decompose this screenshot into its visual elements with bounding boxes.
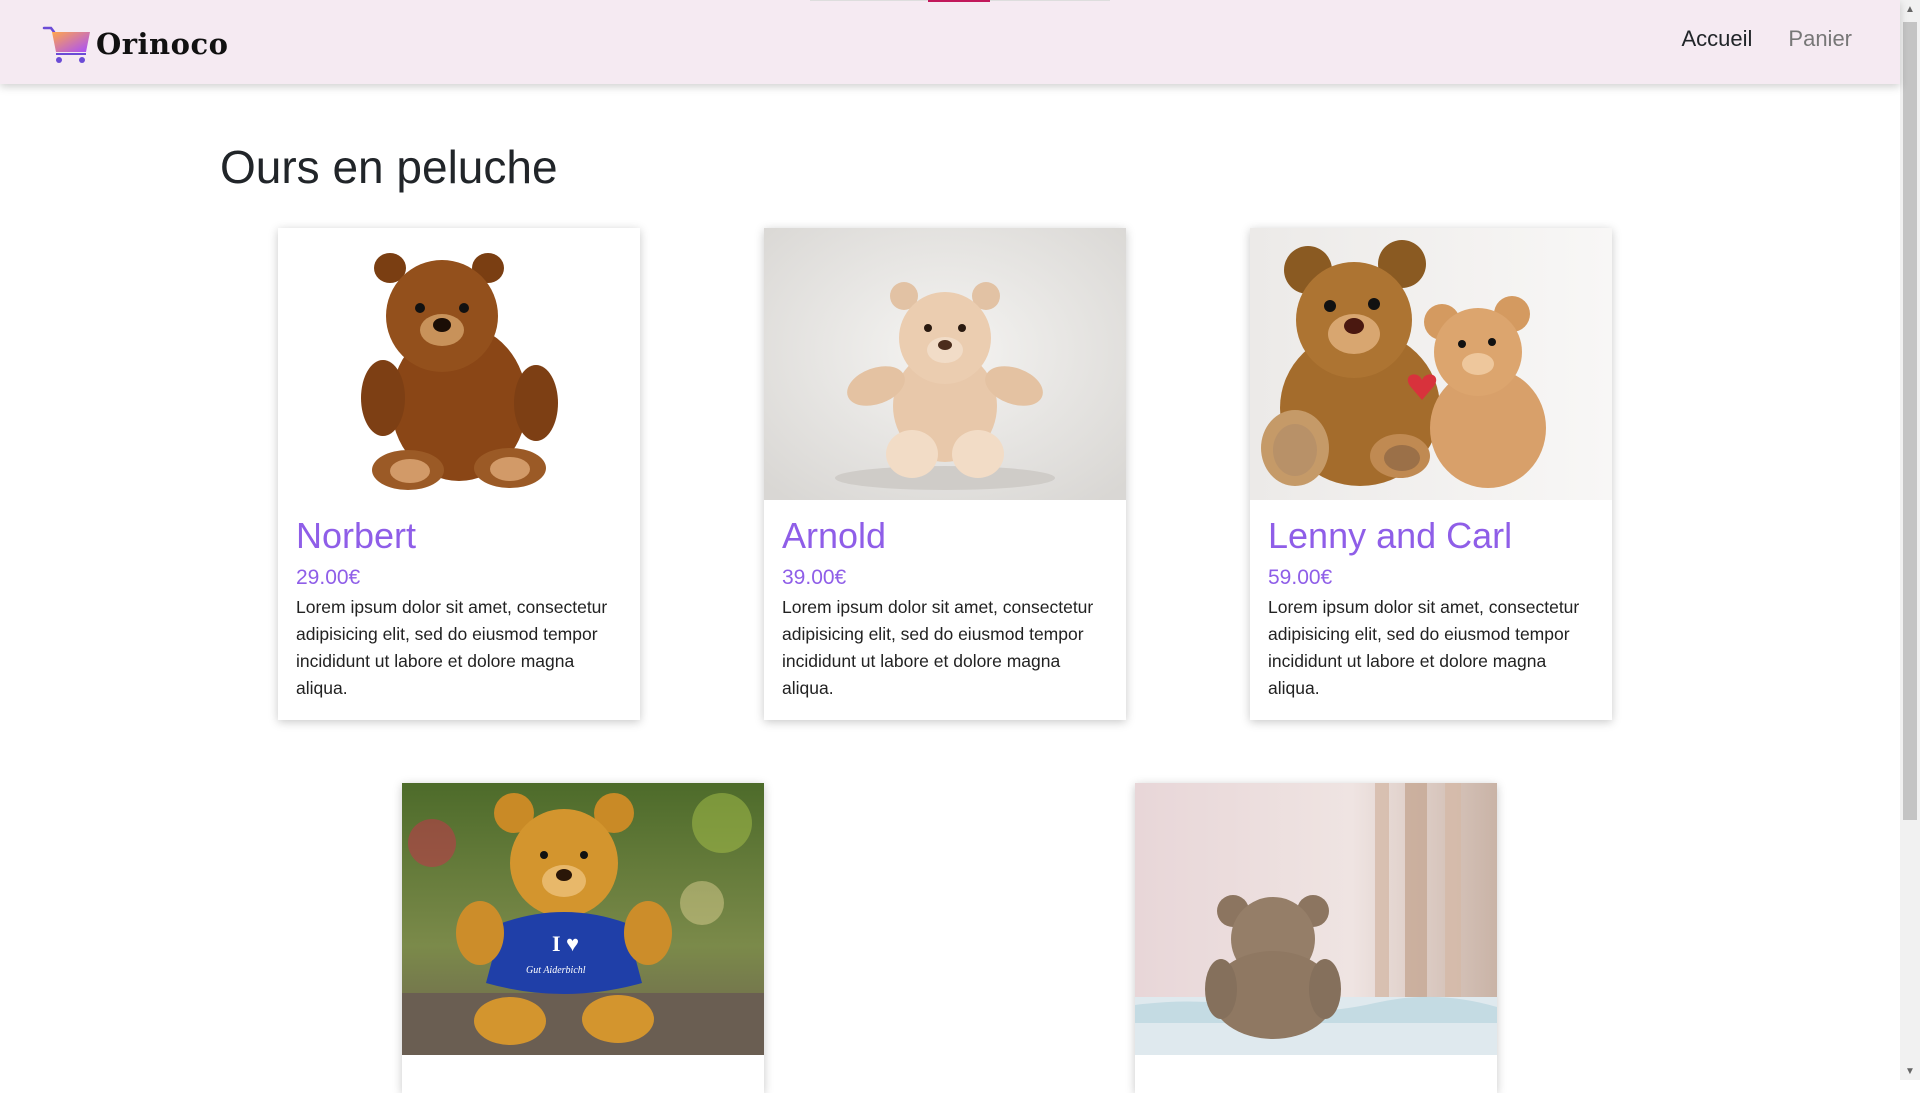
brand[interactable]: Orinoco — [42, 24, 229, 64]
product-price: 39.00€ — [782, 566, 847, 589]
card-body: Arnold 39.00€ Lorem ipsum dolor sit amet… — [764, 500, 1126, 720]
vertical-scrollbar[interactable]: ▲ ▼ — [1900, 0, 1920, 1080]
nav-top-accent — [928, 0, 990, 2]
card-body: Norbert 29.00€ Lorem ipsum dolor sit ame… — [278, 500, 640, 720]
scroll-down-arrow-icon[interactable]: ▼ — [1905, 1066, 1915, 1078]
product-name[interactable]: Lenny and Carl — [1268, 514, 1594, 558]
product-price: 59.00€ — [1268, 566, 1333, 589]
scrollbar-thumb[interactable] — [1903, 22, 1917, 820]
product-image[interactable] — [1135, 783, 1497, 1055]
shopping-cart-icon — [42, 26, 90, 63]
scroll-up-arrow-icon[interactable]: ▲ — [1905, 4, 1915, 16]
card-body — [1135, 1055, 1497, 1087]
product-image[interactable] — [1250, 228, 1612, 500]
product-image[interactable]: I ♥ Gut Aiderbichl — [402, 783, 764, 1055]
nav-link-panier[interactable]: Panier — [1788, 26, 1852, 52]
nav-links: Accueil Panier — [1645, 26, 1852, 52]
card-body: Lenny and Carl 59.00€ Lorem ipsum dolor … — [1250, 500, 1612, 720]
product-card-arnold[interactable]: Arnold 39.00€ Lorem ipsum dolor sit amet… — [764, 228, 1126, 720]
product-card-5[interactable] — [1135, 783, 1497, 1093]
card-body — [402, 1055, 764, 1087]
product-name[interactable]: Arnold — [782, 514, 1108, 558]
brand-name: Orinoco — [96, 27, 229, 61]
product-image[interactable] — [278, 228, 640, 500]
product-image[interactable] — [764, 228, 1126, 500]
navbar: Orinoco Accueil Panier — [0, 0, 1900, 84]
product-name[interactable]: Norbert — [296, 514, 622, 558]
product-card-4[interactable]: I ♥ Gut Aiderbichl — [402, 783, 764, 1093]
shirt-subtext: Gut Aiderbichl — [526, 965, 586, 976]
nav-link-accueil[interactable]: Accueil — [1681, 26, 1752, 52]
product-description: Lorem ipsum dolor sit amet, consectetur … — [1268, 597, 1580, 698]
product-description: Lorem ipsum dolor sit amet, consectetur … — [296, 597, 608, 698]
product-description: Lorem ipsum dolor sit amet, consectetur … — [782, 597, 1094, 698]
product-card-lenny-and-carl[interactable]: Lenny and Carl 59.00€ Lorem ipsum dolor … — [1250, 228, 1612, 720]
page-title: Ours en peluche — [220, 141, 558, 193]
product-price: 29.00€ — [296, 566, 361, 589]
shirt-text-i: I ♥ — [552, 931, 579, 956]
product-card-norbert[interactable]: Norbert 29.00€ Lorem ipsum dolor sit ame… — [278, 228, 640, 720]
